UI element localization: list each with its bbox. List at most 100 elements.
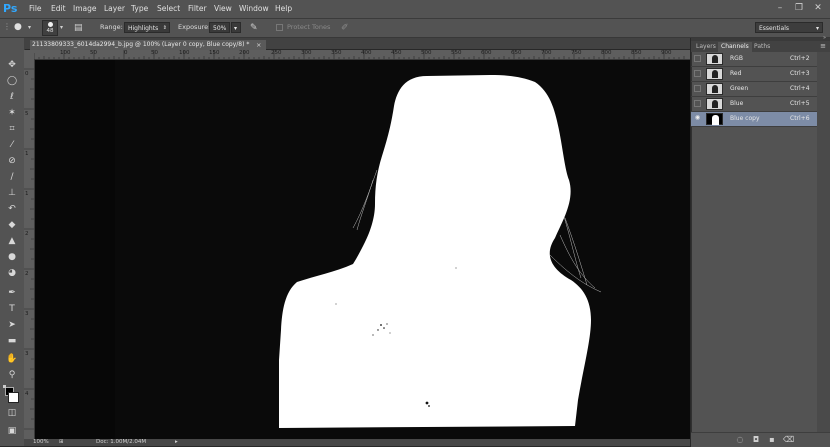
channel-row-red[interactable]: Red Ctrl+3 bbox=[691, 67, 817, 82]
ruler-origin[interactable] bbox=[24, 50, 34, 59]
ruler-label: 500 bbox=[421, 50, 432, 56]
exposure-slider-toggle[interactable]: ▾ bbox=[231, 22, 241, 33]
menu-edit[interactable]: Edit bbox=[51, 3, 66, 15]
ruler-label: 0 bbox=[124, 50, 128, 56]
menu-file[interactable]: File bbox=[29, 3, 42, 15]
menu-select[interactable]: Select bbox=[157, 3, 180, 15]
delete-channel-icon[interactable]: ⌫ bbox=[783, 435, 794, 445]
close-tab-icon[interactable]: × bbox=[256, 40, 261, 50]
exposure-input[interactable]: 50% bbox=[209, 22, 230, 33]
menu-view[interactable]: View bbox=[214, 3, 232, 15]
horizontal-ruler[interactable]: 100 50 0 50 100 150 200 250 300 350 400 … bbox=[34, 50, 690, 60]
gradient-icon[interactable]: ▲ bbox=[4, 234, 20, 248]
protect-tones-checkbox[interactable] bbox=[276, 24, 283, 31]
ruler-label: 700 bbox=[541, 50, 552, 56]
channel-name: Blue copy bbox=[730, 115, 760, 122]
ruler-label: 50 bbox=[90, 50, 97, 56]
panel-scrollbar[interactable] bbox=[817, 52, 830, 436]
restore-icon[interactable]: ❐ bbox=[791, 2, 807, 15]
info-icon[interactable]: ⊞ bbox=[59, 439, 64, 446]
ruler-label: 100 bbox=[179, 50, 190, 56]
pressure-size-icon[interactable]: ✐ bbox=[341, 22, 353, 34]
status-menu-arrow-icon[interactable]: ▸ bbox=[175, 439, 178, 446]
menu-help[interactable]: Help bbox=[275, 3, 292, 15]
menu-filter[interactable]: Filter bbox=[188, 3, 207, 15]
dodge-icon[interactable]: ◕ bbox=[4, 266, 20, 280]
move-icon[interactable]: ✥ bbox=[4, 58, 20, 72]
eye-icon[interactable]: ◉ bbox=[694, 115, 701, 122]
visibility-toggle[interactable] bbox=[694, 100, 701, 107]
visibility-toggle[interactable] bbox=[694, 55, 701, 62]
channel-thumbnail bbox=[706, 83, 723, 95]
load-channel-selection-icon[interactable]: ◌ bbox=[735, 435, 745, 445]
ruler-label: 300 bbox=[301, 50, 312, 56]
airbrush-icon[interactable]: ✎ bbox=[250, 22, 262, 34]
channel-row-rgb[interactable]: RGB Ctrl+2 bbox=[691, 52, 817, 67]
history-brush-icon[interactable]: ↶ bbox=[4, 202, 20, 216]
new-channel-icon[interactable]: ▪ bbox=[767, 435, 777, 445]
brush-icon[interactable]: ∕ bbox=[4, 170, 20, 184]
lasso-icon[interactable]: ℓ bbox=[4, 90, 20, 104]
brush-size: 48 bbox=[46, 28, 54, 34]
path-select-icon[interactable]: ➤ bbox=[4, 318, 20, 332]
channel-row-blue[interactable]: Blue Ctrl+5 bbox=[691, 97, 817, 112]
ruler-label: 2 bbox=[25, 271, 29, 277]
crop-icon[interactable]: ⌗ bbox=[4, 122, 20, 136]
dodge-tool-icon[interactable]: ● bbox=[14, 20, 26, 34]
zoom-icon[interactable]: ⚲ bbox=[4, 368, 20, 382]
blur-icon[interactable]: ● bbox=[4, 250, 20, 264]
menu-layer[interactable]: Layer bbox=[104, 3, 125, 15]
eraser-icon[interactable]: ◆ bbox=[4, 218, 20, 232]
ruler-label: 900 bbox=[661, 50, 672, 56]
brush-preset-picker[interactable]: 48 bbox=[42, 20, 58, 36]
tab-channels[interactable]: Channels bbox=[718, 42, 752, 52]
document-tab[interactable]: 21133809333_6014da2994_b.jpg @ 100% (Lay… bbox=[30, 40, 266, 50]
menu-type[interactable]: Type bbox=[131, 3, 148, 15]
brush-tip-icon bbox=[48, 22, 53, 27]
document-canvas[interactable] bbox=[35, 60, 690, 440]
brush-panel-toggle-icon[interactable]: ▤ bbox=[74, 22, 86, 34]
panel-menu-icon[interactable]: ≡ bbox=[820, 41, 826, 51]
visibility-toggle[interactable] bbox=[694, 85, 701, 92]
tools-panel: ✥ ◯ ℓ ✶ ⌗ ⁄ ⊘ ∕ ⊥ ↶ ◆ ▲ ● ◕ ✒ T ➤ ▬ ✋ ⚲ … bbox=[0, 38, 25, 446]
hand-icon[interactable]: ✋ bbox=[4, 352, 20, 366]
screen-mode-icon[interactable]: ▣ bbox=[4, 424, 20, 438]
marquee-icon[interactable]: ◯ bbox=[4, 74, 20, 88]
channel-shortcut: Ctrl+6 bbox=[790, 115, 810, 122]
menu-window[interactable]: Window bbox=[239, 3, 269, 15]
ruler-label: 2 bbox=[25, 231, 29, 237]
foreground-color-swatch[interactable] bbox=[8, 392, 19, 403]
visibility-toggle[interactable] bbox=[694, 70, 701, 77]
ruler-label: 1 bbox=[25, 191, 29, 197]
ruler-label: 650 bbox=[511, 50, 522, 56]
ruler-label: 200 bbox=[239, 50, 250, 56]
clone-stamp-icon[interactable]: ⊥ bbox=[4, 186, 20, 200]
workspace-dropdown-icon: ▾ bbox=[815, 25, 819, 32]
channel-row-green[interactable]: Green Ctrl+4 bbox=[691, 82, 817, 97]
default-colors-icon[interactable] bbox=[3, 385, 6, 388]
type-icon[interactable]: T bbox=[4, 302, 20, 316]
quick-select-icon[interactable]: ✶ bbox=[4, 106, 20, 120]
range-select[interactable]: Highlights ⇕ bbox=[124, 22, 170, 33]
brush-picker-arrow-icon[interactable]: ▾ bbox=[60, 21, 68, 35]
quick-mask-icon[interactable]: ◫ bbox=[4, 406, 20, 420]
minimize-icon[interactable]: – bbox=[772, 2, 788, 15]
eyedropper-icon[interactable]: ⁄ bbox=[4, 138, 20, 152]
save-selection-icon[interactable]: ◘ bbox=[751, 435, 761, 445]
menu-image[interactable]: Image bbox=[73, 3, 97, 15]
workspace-switcher[interactable]: Essentials ▾ bbox=[755, 22, 823, 33]
close-icon[interactable]: ✕ bbox=[810, 2, 826, 15]
tab-layers[interactable]: Layers bbox=[693, 42, 719, 52]
healing-icon[interactable]: ⊘ bbox=[4, 154, 20, 168]
channel-name: RGB bbox=[730, 55, 743, 62]
channel-shortcut: Ctrl+3 bbox=[790, 70, 810, 77]
channel-shortcut: Ctrl+4 bbox=[790, 85, 810, 92]
tab-paths[interactable]: Paths bbox=[751, 42, 773, 52]
shape-icon[interactable]: ▬ bbox=[4, 334, 20, 348]
channel-row-blue-copy[interactable]: ◉ Blue copy Ctrl+6 bbox=[691, 112, 817, 127]
ruler-label: 0 bbox=[25, 71, 29, 77]
pen-icon[interactable]: ✒ bbox=[4, 286, 20, 300]
zoom-level[interactable]: 100% bbox=[33, 439, 49, 446]
vertical-ruler[interactable]: 0 5 1 1 2 2 3 3 4 bbox=[24, 59, 35, 441]
tool-preset-arrow-icon[interactable]: ▾ bbox=[28, 21, 36, 35]
